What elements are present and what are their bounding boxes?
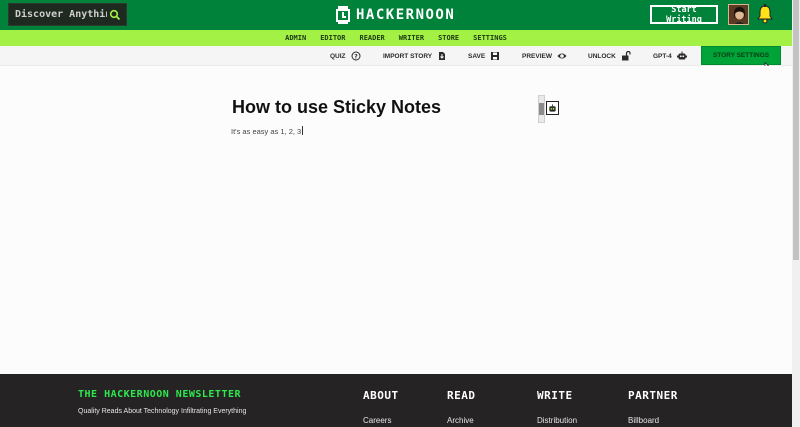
search-box[interactable] [8, 3, 127, 26]
robot-icon [549, 103, 556, 112]
nav-settings[interactable]: SETTINGS [466, 30, 514, 46]
footer-heading-partner: PARTNER [628, 389, 678, 402]
block-scrollbar[interactable] [538, 95, 545, 123]
avatar[interactable] [728, 4, 749, 25]
import-story-label: IMPORT STORY [383, 52, 433, 60]
text-caret [302, 126, 304, 135]
nav-store[interactable]: STORE [431, 30, 466, 46]
quiz-icon: ? [351, 51, 361, 61]
avatar-image [729, 5, 748, 24]
unlock-button[interactable]: UNLOCK [588, 46, 631, 66]
top-header: HACKERNOON Start Writing [0, 0, 792, 30]
newsletter-tagline: Quality Reads About Technology Infiltrat… [78, 408, 247, 415]
hackernoon-logo[interactable]: HACKERNOON [335, 5, 455, 25]
footer-link-billboard[interactable]: Billboard [628, 416, 659, 425]
footer-heading-read: READ [447, 389, 476, 402]
unlock-icon [621, 51, 631, 61]
import-story-button[interactable]: IMPORT STORY [383, 46, 447, 66]
nav-admin[interactable]: ADMIN [278, 30, 313, 46]
import-icon [439, 52, 446, 60]
svg-text:?: ? [354, 53, 358, 60]
inline-ai-button[interactable] [546, 101, 559, 115]
nav-editor[interactable]: EDITOR [313, 30, 352, 46]
save-label: SAVE [468, 52, 486, 60]
nav-writer[interactable]: WRITER [392, 30, 431, 46]
robot-icon [676, 51, 687, 60]
nav-reader[interactable]: READER [352, 30, 391, 46]
main-nav: ADMIN EDITOR READER WRITER STORE SETTING… [0, 30, 792, 46]
newsletter-heading: THE HACKERNOON NEWSLETTER [78, 389, 242, 400]
footer-heading-write: WRITE [537, 389, 573, 402]
footer-link-distribution[interactable]: Distribution [537, 416, 577, 425]
search-icon[interactable] [109, 9, 121, 21]
footer-link-archive[interactable]: Archive [447, 416, 474, 425]
quiz-button[interactable]: QUIZ ? [330, 46, 361, 66]
start-writing-button[interactable]: Start Writing [650, 5, 718, 25]
footer-heading-about: ABOUT [363, 389, 399, 402]
save-icon [491, 52, 500, 60]
footer-link-careers[interactable]: Careers [363, 416, 391, 425]
eye-icon [557, 53, 567, 59]
story-body[interactable]: It's as easy as 1, 2, 3 [231, 126, 304, 136]
editor-toolbar: QUIZ ? IMPORT STORY SAVE PREVIEW UNLOCK … [0, 46, 792, 66]
save-button[interactable]: SAVE [468, 46, 500, 66]
footer: THE HACKERNOON NEWSLETTER Quality Reads … [0, 374, 792, 427]
page-scrollbar[interactable] [792, 0, 800, 427]
bell-icon[interactable] [757, 4, 773, 24]
unlock-label: UNLOCK [588, 52, 616, 60]
story-title[interactable]: How to use Sticky Notes [232, 97, 441, 118]
story-body-text: It's as easy as 1, 2, 3 [231, 127, 302, 136]
search-input[interactable] [15, 4, 107, 25]
block-scrollbar-thumb[interactable] [539, 103, 544, 115]
logo-text: HACKERNOON [356, 7, 456, 23]
quiz-label: QUIZ [330, 52, 346, 60]
page-scrollbar-thumb[interactable] [793, 0, 799, 260]
preview-label: PREVIEW [522, 52, 552, 60]
logo-icon [336, 6, 350, 24]
gpt4-label: GPT-4 [653, 52, 672, 60]
gpt4-button[interactable]: GPT-4 [653, 46, 687, 66]
preview-button[interactable]: PREVIEW [522, 46, 567, 66]
